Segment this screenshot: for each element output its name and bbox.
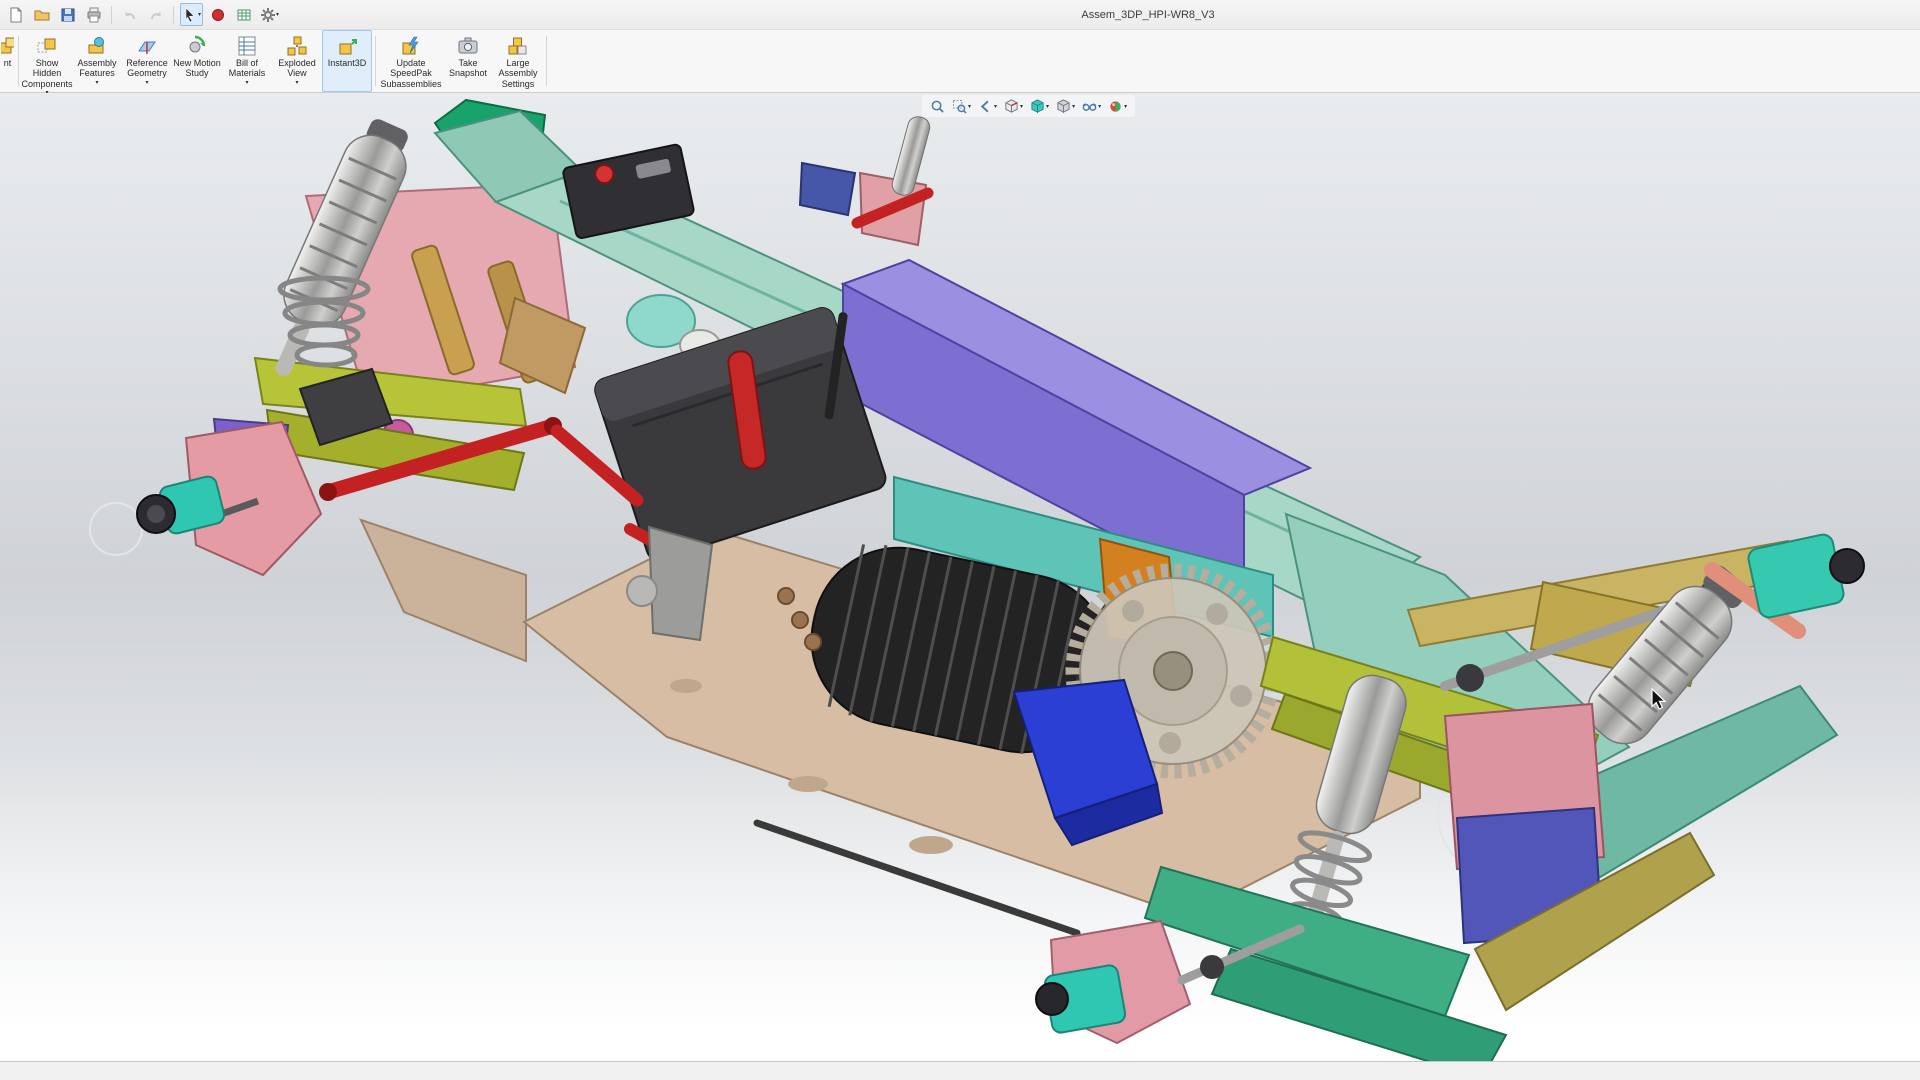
edit-appearance-button[interactable]: ▾ <box>1106 98 1129 115</box>
chevron-down-icon: ▾ <box>276 12 279 18</box>
ribbon-button-label: nt <box>4 58 12 68</box>
motion-study-icon <box>186 35 208 57</box>
print-icon <box>86 7 102 23</box>
chevron-down-icon: ▾ <box>95 80 98 86</box>
ribbon-button-show-hidden-components[interactable]: Show Hidden Components▾ <box>22 30 72 92</box>
view-orientation-button[interactable]: ▾ <box>1028 98 1051 115</box>
chevron-down-icon: ▾ <box>1098 104 1101 110</box>
status-bar <box>0 1061 1920 1080</box>
large-assembly-icon <box>507 35 529 57</box>
zoom-fit-button[interactable] <box>928 98 947 115</box>
save-button[interactable] <box>56 3 79 26</box>
select-arrow-button[interactable]: ▾ <box>180 3 203 26</box>
undo-button[interactable] <box>118 3 141 26</box>
component-icon <box>0 35 15 57</box>
bom-icon <box>236 35 258 57</box>
assembly-features-icon <box>86 35 108 57</box>
ghost-circle <box>90 503 142 555</box>
ribbon-button-assembly-features[interactable]: Assembly Features▾ <box>72 30 122 92</box>
quick-access-toolbar: ▾▾ <box>0 3 281 26</box>
ribbon-button-take-snapshot[interactable]: Take Snapshot <box>443 30 493 92</box>
open-folder-button[interactable] <box>30 3 53 26</box>
options-gear-icon <box>260 7 276 23</box>
zoom-fit-icon <box>930 99 945 114</box>
cad-model-3d-view[interactable] <box>0 93 1920 1061</box>
redo-button[interactable] <box>144 3 167 26</box>
previous-view-icon <box>978 99 993 114</box>
ribbon-separator <box>546 36 547 86</box>
chevron-down-icon: ▾ <box>968 104 971 110</box>
edit-appearance-icon <box>1108 99 1123 114</box>
toolbar-separator <box>111 6 112 24</box>
speedpak-icon <box>400 35 422 57</box>
ribbon-button-exploded-view[interactable]: Exploded View▾ <box>272 30 322 92</box>
reference-geometry-icon <box>136 35 158 57</box>
ribbon-toolbar: ntShow Hidden Components▾Assembly Featur… <box>0 30 1920 93</box>
new-document-button[interactable] <box>4 3 27 26</box>
design-table-icon <box>236 7 252 23</box>
ribbon-button-large-assembly-settings[interactable]: Large Assembly Settings <box>493 30 543 92</box>
display-style-icon <box>1056 99 1071 114</box>
ribbon-button-label: Reference Geometry <box>123 58 171 79</box>
zoom-area-icon <box>952 99 967 114</box>
ribbon-separator <box>375 36 376 86</box>
ribbon-button-instant3d[interactable]: Instant3D <box>322 30 372 92</box>
ribbon-button-label: Show Hidden Components <box>21 58 72 89</box>
previous-view-button[interactable]: ▾ <box>976 98 999 115</box>
ribbon-button-new-motion-study[interactable]: New Motion Study <box>172 30 222 92</box>
chevron-down-icon: ▾ <box>198 12 201 18</box>
record-macro-icon <box>210 7 226 23</box>
ribbon-button-label: Exploded View <box>273 58 321 79</box>
zoom-area-button[interactable]: ▾ <box>950 98 973 115</box>
ribbon-button-label: Update SpeedPak Subassemblies <box>380 58 442 89</box>
ribbon-separator <box>18 36 19 86</box>
title-bar: ▾▾ Assem_3DP_HPI-WR8_V3 <box>0 0 1920 30</box>
chevron-down-icon: ▾ <box>1020 104 1023 110</box>
chevron-down-icon: ▾ <box>1124 104 1127 110</box>
ribbon-button-label: Assembly Features <box>73 58 121 79</box>
ribbon-button-nt[interactable]: nt <box>0 30 15 92</box>
ribbon-button-reference-geometry[interactable]: Reference Geometry▾ <box>122 30 172 92</box>
print-button[interactable] <box>82 3 105 26</box>
redo-icon <box>148 7 164 23</box>
part-front-right-steering[interactable] <box>800 115 932 245</box>
undo-icon <box>122 7 138 23</box>
heads-up-toolbar: ▾ ▾ ▾ ▾ ▾ ▾ ▾ <box>922 95 1135 117</box>
chevron-down-icon: ▾ <box>1046 104 1049 110</box>
select-arrow-icon <box>182 7 198 23</box>
chevron-down-icon: ▾ <box>245 80 248 86</box>
chevron-down-icon: ▾ <box>295 80 298 86</box>
chevron-down-icon: ▾ <box>994 104 997 110</box>
section-view-icon <box>1004 99 1019 114</box>
instant3d-icon <box>336 35 358 57</box>
record-macro-button[interactable] <box>206 3 229 26</box>
ribbon-button-update-speedpak-subassemblies[interactable]: Update SpeedPak Subassemblies <box>379 30 443 92</box>
chevron-down-icon: ▾ <box>145 80 148 86</box>
save-icon <box>60 7 76 23</box>
new-document-icon <box>8 7 24 23</box>
ribbon-button-label: Bill of Materials <box>223 58 271 79</box>
open-folder-icon <box>34 7 50 23</box>
display-style-button[interactable]: ▾ <box>1054 98 1077 115</box>
chevron-down-icon: ▾ <box>1072 104 1075 110</box>
toolbar-separator <box>173 6 174 24</box>
hide-show-items-button[interactable]: ▾ <box>1080 98 1103 115</box>
ribbon-button-bill-of-materials[interactable]: Bill of Materials▾ <box>222 30 272 92</box>
model-viewport[interactable]: ▾ ▾ ▾ ▾ ▾ ▾ ▾ <box>0 93 1920 1061</box>
snapshot-icon <box>457 35 479 57</box>
design-table-button[interactable] <box>232 3 255 26</box>
show-hidden-icon <box>36 35 58 57</box>
ribbon-button-label: Take Snapshot <box>444 58 492 79</box>
ribbon-button-label: Instant3D <box>328 58 367 68</box>
ribbon-button-label: New Motion Study <box>173 58 221 79</box>
ribbon-button-label: Large Assembly Settings <box>494 58 542 89</box>
section-view-button[interactable]: ▾ <box>1002 98 1025 115</box>
exploded-view-icon <box>286 35 308 57</box>
options-gear-button[interactable]: ▾ <box>258 3 281 26</box>
window-title: Assem_3DP_HPI-WR8_V3 <box>1081 9 1214 21</box>
view-orientation-icon <box>1030 99 1045 114</box>
hide-show-items-icon <box>1082 99 1097 114</box>
